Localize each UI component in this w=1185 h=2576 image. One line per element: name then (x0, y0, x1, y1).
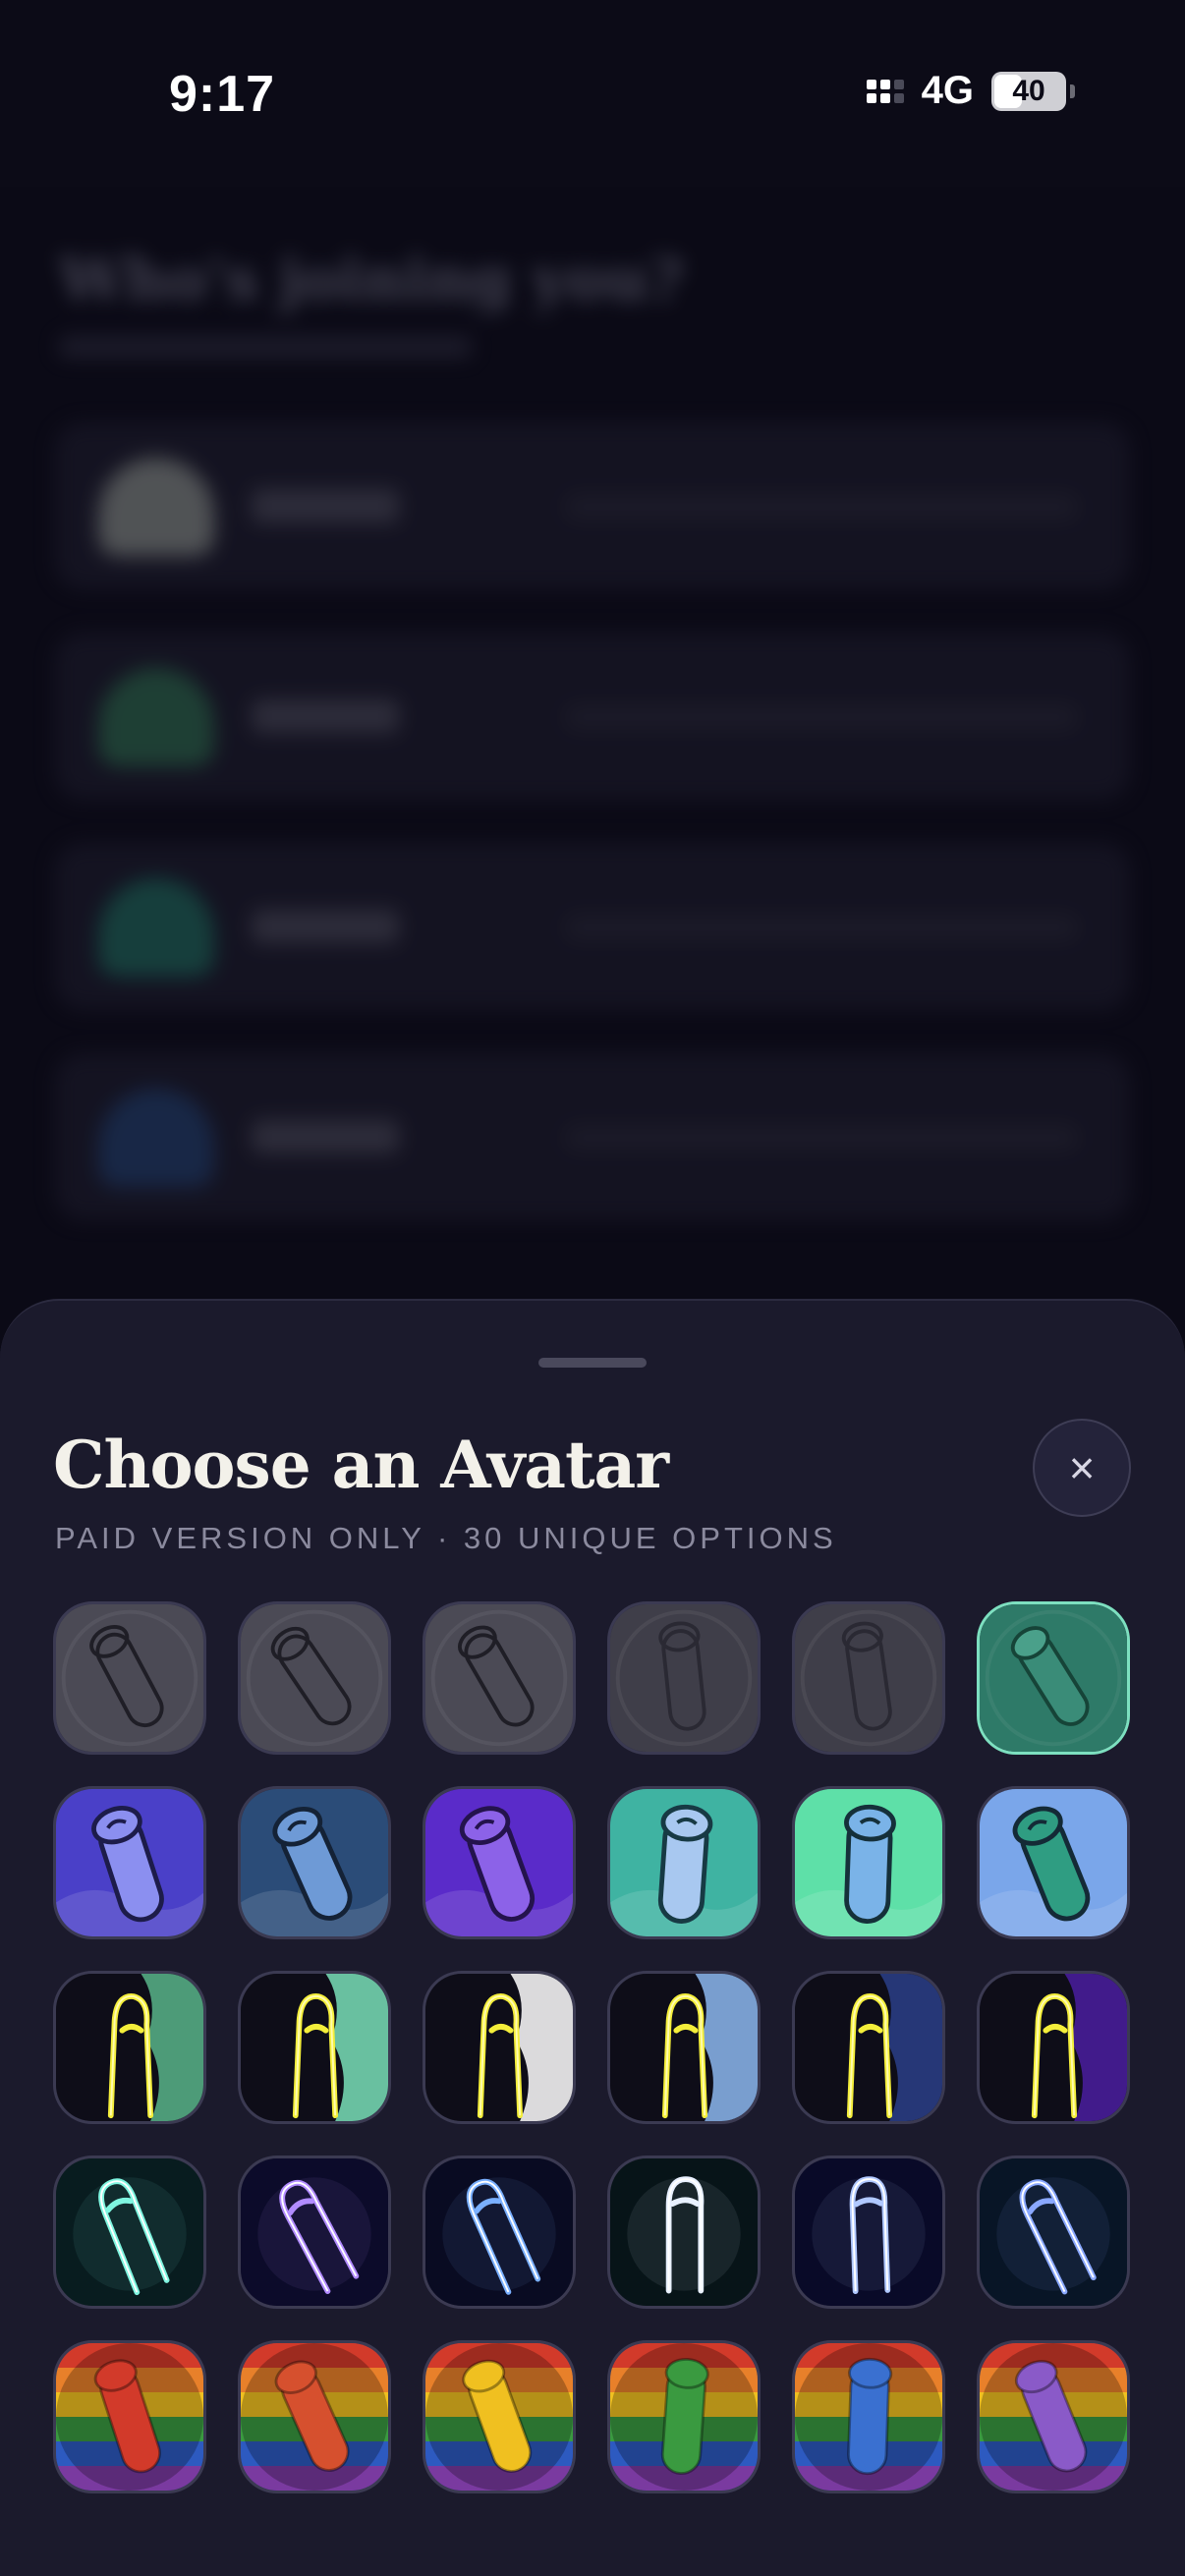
close-button[interactable]: × (1033, 1419, 1131, 1517)
background-line-placeholder (566, 1126, 1077, 1149)
avatar-image (425, 1604, 573, 1752)
avatar-image (425, 1789, 573, 1936)
battery-tip (1070, 84, 1075, 98)
avatar-option-3[interactable] (423, 1601, 576, 1755)
avatar-image (980, 1604, 1127, 1752)
avatar-option-11[interactable] (792, 1786, 945, 1939)
sheet-grabber[interactable] (538, 1358, 647, 1368)
background-avatar (98, 878, 214, 977)
avatar-image (795, 2158, 942, 2306)
avatar-option-23[interactable] (792, 2156, 945, 2309)
background-line-placeholder (566, 705, 1077, 729)
avatar-option-26[interactable] (238, 2340, 391, 2493)
avatar-image (795, 1974, 942, 2121)
avatar-option-25[interactable] (53, 2340, 206, 2493)
avatar-image (795, 1789, 942, 1936)
avatar-option-5[interactable] (792, 1601, 945, 1755)
avatar-image (610, 2343, 758, 2491)
status-time: 9:17 (169, 66, 276, 123)
avatar-option-13[interactable] (53, 1971, 206, 2124)
avatar-image (56, 2343, 203, 2491)
avatar-image (795, 2343, 942, 2491)
status-indicators: 4G 40 (866, 69, 1075, 113)
avatar-option-9[interactable] (423, 1786, 576, 1939)
avatar-option-4[interactable] (607, 1601, 761, 1755)
avatar-image (610, 2158, 758, 2306)
avatar-image (425, 2158, 573, 2306)
avatar-image (56, 1604, 203, 1752)
background-title: Who's joining you? (59, 246, 684, 314)
background-avatar (98, 458, 214, 556)
background-name-placeholder (252, 489, 399, 523)
avatar-image (241, 2343, 388, 2491)
background-avatar (98, 668, 214, 766)
avatar-image (241, 2158, 388, 2306)
avatar-option-14[interactable] (238, 1971, 391, 2124)
avatar-option-28[interactable] (607, 2340, 761, 2493)
background-name-placeholder (252, 910, 399, 943)
battery-level: 40 (1012, 74, 1045, 107)
avatar-image (241, 1974, 388, 2121)
avatar-image (610, 1604, 758, 1752)
avatar-option-29[interactable] (792, 2340, 945, 2493)
avatar-image (56, 1974, 203, 2121)
avatar-option-18[interactable] (977, 1971, 1130, 2124)
avatar-option-22[interactable] (607, 2156, 761, 2309)
avatar-image (980, 2158, 1127, 2306)
sheet-title: Choose an Avatar (53, 1427, 669, 1503)
avatar-option-16[interactable] (607, 1971, 761, 2124)
avatar-image (425, 1974, 573, 2121)
background-avatar (98, 1089, 214, 1187)
avatar-image (795, 1604, 942, 1752)
background-name-placeholder (252, 700, 399, 733)
avatar-image (56, 1789, 203, 1936)
avatar-image (980, 1974, 1127, 2121)
network-label: 4G (921, 69, 974, 112)
close-icon: × (1068, 1442, 1096, 1493)
avatar-grid (53, 1601, 1134, 2493)
signal-icon (866, 79, 904, 103)
background-player-row (55, 1053, 1130, 1220)
background-player-row (55, 422, 1130, 589)
background-page: Who's joining you? (0, 187, 1185, 1326)
avatar-option-21[interactable] (423, 2156, 576, 2309)
avatar-image (980, 1789, 1127, 1936)
avatar-image (425, 2343, 573, 2491)
battery-icon: 40 (991, 71, 1066, 111)
avatar-option-8[interactable] (238, 1786, 391, 1939)
avatar-option-19[interactable] (53, 2156, 206, 2309)
avatar-option-24[interactable] (977, 2156, 1130, 2309)
avatar-option-20[interactable] (238, 2156, 391, 2309)
background-player-row (55, 633, 1130, 800)
avatar-image (56, 2158, 203, 2306)
background-subtitle-placeholder (59, 336, 472, 358)
status-bar: 9:17 4G 40 (0, 0, 1185, 187)
avatar-option-1[interactable] (53, 1601, 206, 1755)
avatar-option-17[interactable] (792, 1971, 945, 2124)
avatar-image (610, 1789, 758, 1936)
avatar-image (241, 1604, 388, 1752)
avatar-image (610, 1974, 758, 2121)
avatar-option-7[interactable] (53, 1786, 206, 1939)
avatar-option-30[interactable] (977, 2340, 1130, 2493)
avatar-image (241, 1789, 388, 1936)
avatar-image (980, 2343, 1127, 2491)
sheet-subtitle: PAID VERSION ONLY · 30 UNIQUE OPTIONS (55, 1521, 837, 1555)
avatar-option-27[interactable] (423, 2340, 576, 2493)
background-line-placeholder (566, 495, 1077, 519)
avatar-picker-sheet: Choose an Avatar PAID VERSION ONLY · 30 … (0, 1299, 1185, 2576)
avatar-option-10[interactable] (607, 1786, 761, 1939)
avatar-option-2[interactable] (238, 1601, 391, 1755)
background-name-placeholder (252, 1120, 399, 1153)
avatar-option-6[interactable] (977, 1601, 1130, 1755)
avatar-option-15[interactable] (423, 1971, 576, 2124)
background-line-placeholder (566, 916, 1077, 939)
avatar-option-12[interactable] (977, 1786, 1130, 1939)
background-player-row (55, 843, 1130, 1010)
